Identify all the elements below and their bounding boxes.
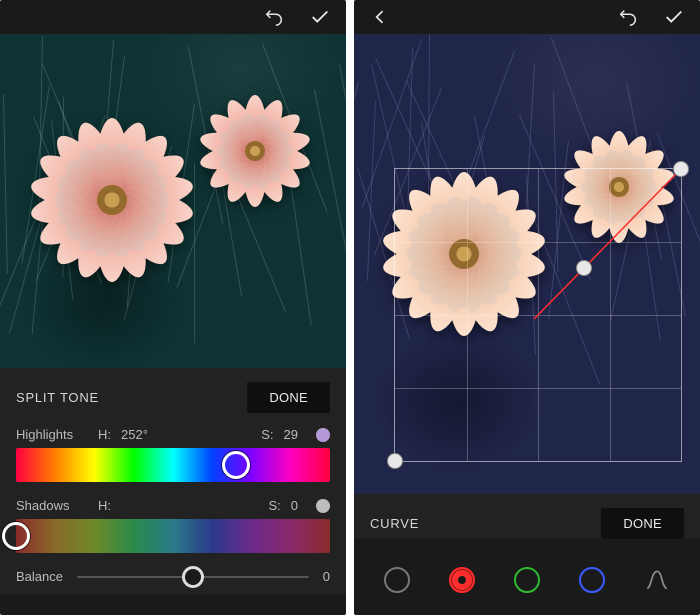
highlights-hue-slider[interactable] xyxy=(16,448,330,482)
confirm-check-icon[interactable] xyxy=(662,5,686,29)
done-button[interactable]: DONE xyxy=(601,508,684,539)
photo-preview xyxy=(0,34,346,368)
channel-red[interactable] xyxy=(449,567,475,593)
curve-panel: CURVE DONE xyxy=(354,494,700,539)
highlights-swatch xyxy=(316,428,330,442)
panel-title: SPLIT TONE xyxy=(16,390,99,405)
balance-value: 0 xyxy=(323,569,330,584)
balance-label: Balance xyxy=(16,569,63,584)
balance-slider[interactable]: Balance 0 xyxy=(16,569,330,584)
top-bar xyxy=(0,0,346,34)
highlights-readout: Highlights H: 252° S: 29 xyxy=(16,427,330,442)
editor-screen-split-tone: SPLIT TONE DONE Highlights H: 252° S: 29… xyxy=(0,0,346,615)
curve-grid[interactable] xyxy=(394,168,682,462)
shadows-readout: Shadows H: S: 0 xyxy=(16,498,330,513)
curve-point[interactable] xyxy=(387,453,403,469)
done-button[interactable]: DONE xyxy=(247,382,330,413)
undo-icon[interactable] xyxy=(262,5,286,29)
panel-title: CURVE xyxy=(370,516,419,531)
curve-point[interactable] xyxy=(673,161,689,177)
top-bar xyxy=(354,0,700,34)
shadows-hue-slider[interactable] xyxy=(16,519,330,553)
channel-luminance[interactable] xyxy=(384,567,410,593)
parametric-curve-icon[interactable] xyxy=(644,567,670,593)
photo-preview-with-curve[interactable] xyxy=(354,34,700,494)
channel-blue[interactable] xyxy=(579,567,605,593)
shadows-swatch xyxy=(316,499,330,513)
curve-point[interactable] xyxy=(576,260,592,276)
highlights-label: Highlights xyxy=(16,427,88,442)
highlights-hue-thumb[interactable] xyxy=(222,451,250,479)
back-chevron-icon[interactable] xyxy=(368,5,392,29)
shadows-hue-thumb[interactable] xyxy=(2,522,30,550)
curve-line[interactable] xyxy=(395,169,695,319)
confirm-check-icon[interactable] xyxy=(308,5,332,29)
split-tone-panel: SPLIT TONE DONE Highlights H: 252° S: 29… xyxy=(0,368,346,594)
channel-green[interactable] xyxy=(514,567,540,593)
editor-screen-curve: CURVE DONE xyxy=(354,0,700,615)
balance-handle[interactable] xyxy=(182,566,204,588)
shadows-label: Shadows xyxy=(16,498,88,513)
undo-icon[interactable] xyxy=(616,5,640,29)
channel-selector xyxy=(354,553,700,609)
